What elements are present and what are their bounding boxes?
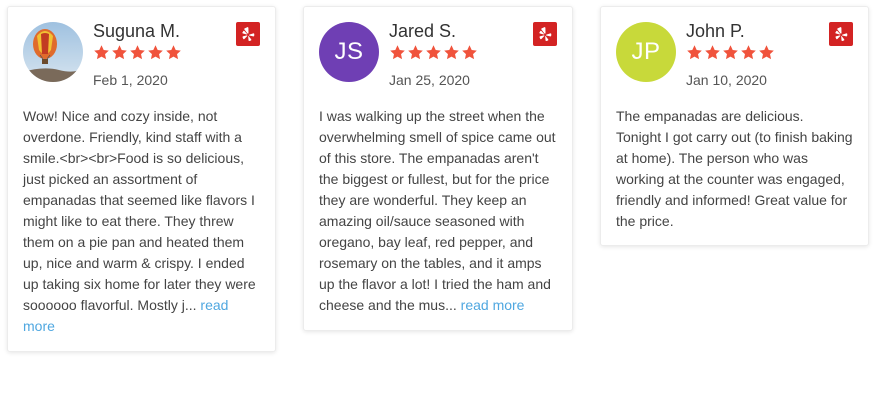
avatar-initials: JP <box>631 38 661 65</box>
reviewer-name: John P. <box>686 21 745 41</box>
star-icon <box>148 45 163 60</box>
star-icon <box>444 45 459 60</box>
reviewer-name: Jared S. <box>389 21 457 41</box>
review-date: Feb 1, 2020 <box>93 72 168 88</box>
star-icon <box>94 45 109 60</box>
star-icon <box>426 45 441 60</box>
reviewer-avatar <box>23 22 83 82</box>
review-text: I was walking up the street when the ove… <box>319 106 559 316</box>
star-icon <box>408 45 423 60</box>
review-text: Wow! Nice and cozy inside, not overdone.… <box>23 106 263 337</box>
review-card: Suguna M. Feb 1, 2020 Wow! Nice and cozy… <box>7 6 276 352</box>
star-icon <box>687 45 702 60</box>
reviewer-name: Suguna M. <box>93 21 181 41</box>
yelp-icon[interactable] <box>236 22 260 46</box>
star-icon <box>166 45 181 60</box>
yelp-icon[interactable] <box>533 22 557 46</box>
star-icon <box>741 45 756 60</box>
review-body: I was walking up the street when the ove… <box>319 108 556 313</box>
review-card: JS Jared S. Jan 25, 2020 I was walking u… <box>303 6 573 331</box>
star-icon <box>112 45 127 60</box>
star-rating <box>686 44 775 62</box>
star-icon <box>130 45 145 60</box>
review-date: Jan 10, 2020 <box>686 72 767 88</box>
star-icon <box>723 45 738 60</box>
review-date: Jan 25, 2020 <box>389 72 470 88</box>
read-more-link[interactable]: read more <box>461 297 525 313</box>
review-card: JP John P. Jan 10, 2020 The empanadas ar… <box>600 6 869 246</box>
review-body: Wow! Nice and cozy inside, not overdone.… <box>23 108 256 313</box>
yelp-icon[interactable] <box>829 22 853 46</box>
star-rating <box>389 44 478 62</box>
reviewer-avatar: JP <box>616 22 676 82</box>
star-icon <box>390 45 405 60</box>
avatar-initials: JS <box>334 38 364 65</box>
reviews-widget: Suguna M. Feb 1, 2020 Wow! Nice and cozy… <box>0 0 879 402</box>
star-icon <box>462 45 477 60</box>
star-icon <box>705 45 720 60</box>
star-icon <box>759 45 774 60</box>
review-text: The empanadas are delicious. Tonight I g… <box>616 106 856 232</box>
reviewer-avatar: JS <box>319 22 379 82</box>
star-rating <box>93 44 182 62</box>
review-body: The empanadas are delicious. Tonight I g… <box>616 108 853 229</box>
hot-air-balloon-photo <box>23 22 83 82</box>
